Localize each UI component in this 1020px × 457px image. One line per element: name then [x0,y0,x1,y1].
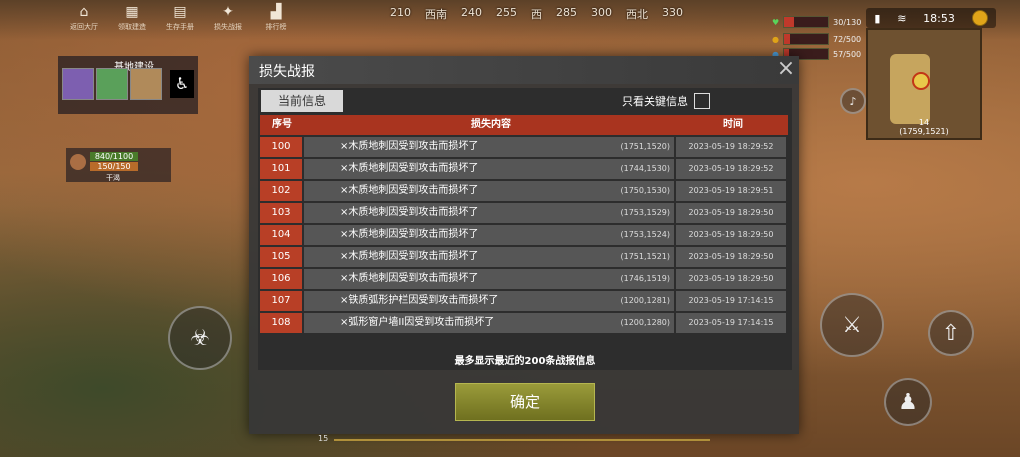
table-row[interactable]: 100 ×木质地刺因受到攻击而损坏了 (1751,1520) 2023-05-19 1… [260,137,788,157]
avatar[interactable] [96,68,128,100]
close-icon[interactable]: × [776,58,796,80]
nav-build[interactable]: ▦ 领取建造 [110,2,154,36]
base-panel[interactable]: 基地建设 ♿ [58,56,198,114]
table-row[interactable]: 108 ×弧形窗户墙II因受到攻击而损坏了 (1200,1280) 2023-05-1… [260,313,788,333]
nav-manual[interactable]: ▤ 生存手册 [158,2,202,36]
player-marker-icon [912,72,930,90]
signal-icon: ▮ [874,11,881,25]
jump-button[interactable]: ⇧ [928,310,974,356]
wheelchair-icon[interactable]: ♿ [170,70,194,98]
manual-icon: ▤ [173,4,187,20]
table-row[interactable]: 106 ×木质地刺因受到攻击而损坏了 (1746,1519) 2023-05-19 1… [260,269,788,289]
ranking-icon: ▟ [270,4,282,20]
mic-icon: ♪ [849,94,857,108]
table-row[interactable]: 101 ×木质地刺因受到攻击而损坏了 (1744,1530) 2023-05-19 1… [260,159,788,179]
jump-icon: ⇧ [941,320,961,346]
knife-button[interactable]: ⚔ [820,293,884,357]
nav-loss-report[interactable]: ✦ 损失战报 [206,2,250,36]
col-time: 时间 [723,119,743,130]
heart-icon: ♥ [772,17,780,27]
knife-icon: ⚔ [842,312,862,338]
table-row[interactable]: 102 ×木质地刺因受到攻击而损坏了 (1750,1530) 2023-05-19 1… [260,181,788,201]
building-icon: ▦ [125,4,139,20]
key-info-checkbox[interactable] [694,93,710,109]
col-content: 损失内容 [471,119,511,130]
coin-icon[interactable] [971,10,988,26]
table-header: 序号 损失内容 时间 [260,115,788,135]
avatar[interactable] [130,68,162,100]
biohazard-button[interactable]: ☣ [168,306,232,370]
dialog-title: 损失战报 [259,64,315,80]
confirm-button[interactable]: 确定 [455,383,595,421]
minimap[interactable]: 14 (1759,1521) [866,28,982,140]
resource-panel: 840/1100 150/150 干渴 [66,148,171,182]
crouch-icon: ♟ [898,389,918,415]
wifi-icon: ≋ [897,11,907,25]
crouch-button[interactable]: ♟ [884,378,932,426]
report-table: 100 ×木质地刺因受到攻击而损坏了 (1751,1520) 2023-05-19 1… [260,137,788,335]
nav-ranking[interactable]: ▟ 排行榜 [254,2,298,36]
level-progress: 15 [318,434,710,444]
report-limit-note: 最多显示最近的200条战报信息 [454,356,596,367]
system-bar: ▮ ≋ 18:53 [866,8,996,28]
clock: 18:53 [923,11,955,25]
nav-lobby[interactable]: ⌂ 返回大厅 [62,2,106,36]
health-stat: ♥ 30/130 [772,16,862,28]
top-nav: ⌂ 返回大厅 ▦ 领取建造 ▤ 生存手册 ✦ 损失战报 ▟ 排行榜 [62,2,298,36]
food-stat: ● 72/500 [772,33,862,45]
mic-button[interactable]: ♪ [840,88,866,114]
food-icon: ● [772,34,779,44]
table-row[interactable]: 107 ×铁质弧形护栏因受到攻击而损坏了 (1200,1281) 2023-05-19… [260,291,788,311]
col-seq: 序号 [272,119,292,130]
table-row[interactable]: 103 ×木质地刺因受到攻击而损坏了 (1753,1529) 2023-05-19 1… [260,203,788,223]
key-info-filter[interactable]: 只看关键信息 [622,93,710,109]
table-row[interactable]: 105 ×木质地刺因受到攻击而损坏了 (1751,1521) 2023-05-19 1… [260,247,788,267]
tab-current-info[interactable]: 当前信息 [261,90,343,112]
compass-strip: 210 西南 240 255 西 285 300 西北 330 [390,6,683,21]
biohazard-icon: ☣ [190,325,210,351]
home-icon: ⌂ [79,4,89,20]
sparkle-icon: ✦ [222,4,234,20]
bag-icon [70,154,86,170]
table-row[interactable]: 104 ×木质地刺因受到攻击而损坏了 (1753,1524) 2023-05-19 1… [260,225,788,245]
avatar[interactable] [62,68,94,100]
